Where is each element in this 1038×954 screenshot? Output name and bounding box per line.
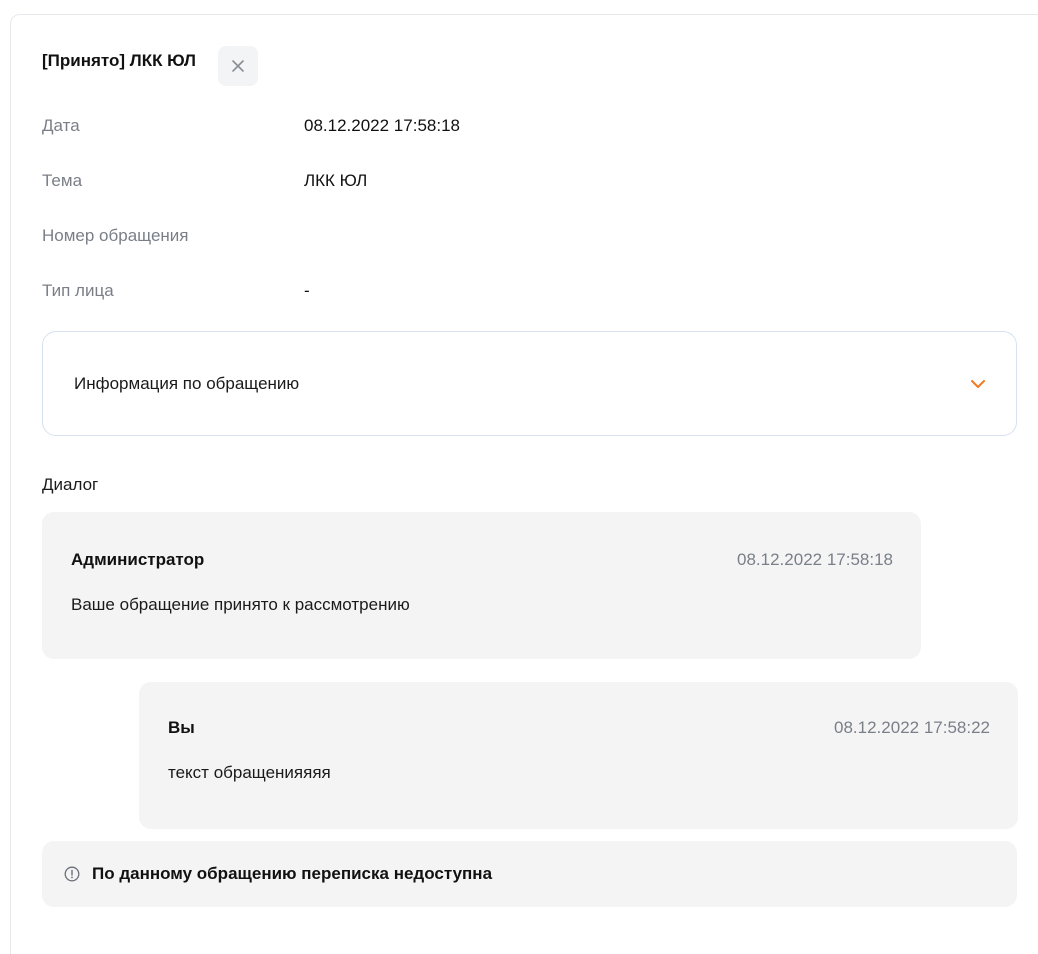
message-user: Вы 08.12.2022 17:58:22 текст обращенияяя… [139, 682, 1018, 829]
field-row-date: Дата 08.12.2022 17:58:18 [42, 114, 460, 138]
close-icon [232, 60, 244, 72]
topic-label: Тема [42, 171, 83, 190]
message-text: текст обращенияяяя [168, 763, 331, 782]
request-info-accordion[interactable]: Информация по обращению [42, 331, 1017, 436]
dialog-title: Диалог [42, 475, 99, 494]
topic-value: ЛКК ЮЛ [304, 171, 368, 190]
message-timestamp: 08.12.2022 17:58:22 [834, 718, 990, 737]
person-type-label: Тип лица [42, 281, 114, 300]
field-row-request-number: Номер обращения [42, 224, 304, 248]
notice-text: По данному обращению переписка недоступн… [92, 864, 493, 883]
date-value: 08.12.2022 17:58:18 [304, 116, 460, 135]
message-timestamp: 08.12.2022 17:58:18 [737, 550, 893, 569]
correspondence-unavailable-notice: По данному обращению переписка недоступн… [42, 841, 1017, 907]
info-circle-icon [64, 866, 80, 882]
close-button[interactable] [218, 46, 258, 86]
message-author: Администратор [71, 550, 205, 569]
date-label: Дата [42, 116, 80, 135]
field-row-topic: Тема ЛКК ЮЛ [42, 169, 367, 193]
page-title: [Принято] ЛКК ЮЛ [42, 51, 196, 70]
panel-header: [Принято] ЛКК ЮЛ [42, 44, 258, 88]
person-type-value: - [304, 281, 310, 300]
request-number-label: Номер обращения [42, 226, 189, 245]
message-text: Ваше обращение принято к рассмотрению [71, 595, 410, 614]
message-admin: Администратор 08.12.2022 17:58:18 Ваше о… [42, 512, 921, 659]
message-author: Вы [168, 718, 195, 737]
chevron-down-icon [971, 379, 985, 388]
field-row-person-type: Тип лица - [42, 279, 310, 303]
accordion-label: Информация по обращению [74, 373, 300, 393]
